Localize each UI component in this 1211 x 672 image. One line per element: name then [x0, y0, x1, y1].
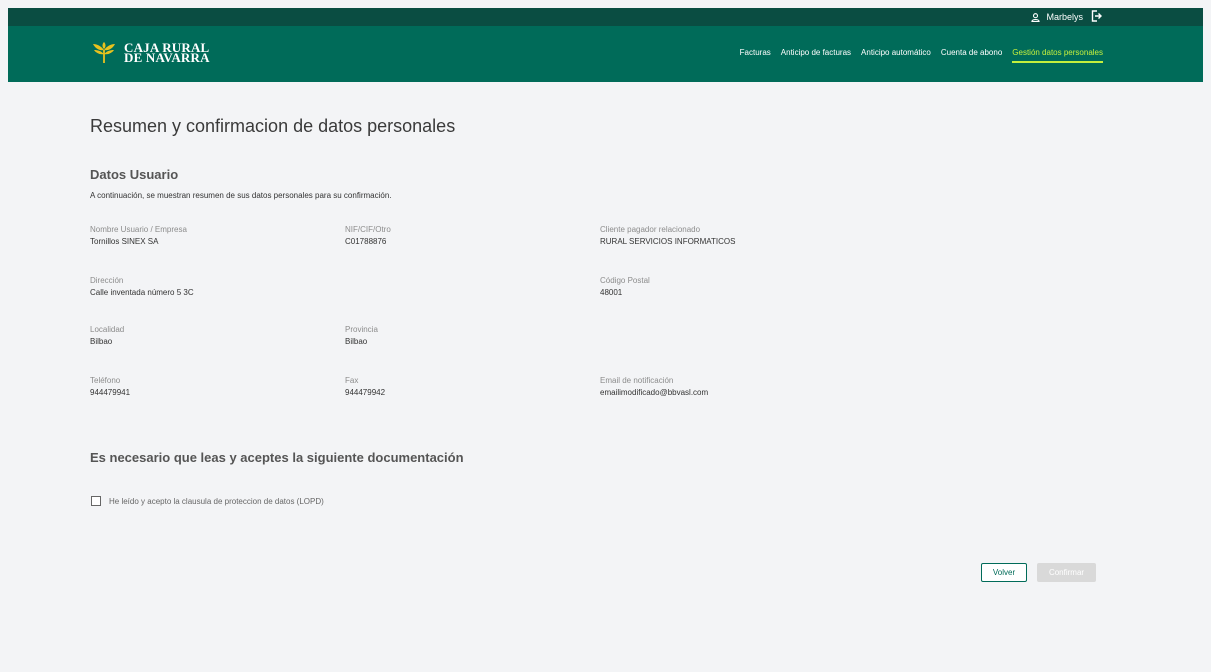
field-provincia: Provincia Bilbao [345, 325, 378, 346]
field-fax: Fax 944479942 [345, 376, 385, 397]
field-label: Provincia [345, 325, 378, 334]
field-label: Nombre Usuario / Empresa [90, 225, 187, 234]
field-cliente: Cliente pagador relacionado RURAL SERVIC… [600, 225, 735, 246]
field-label: Código Postal [600, 276, 650, 285]
lopd-consent: He leído y acepto la clausula de protecc… [91, 496, 324, 506]
field-value: emailimodificado@bbvasl.com [600, 388, 709, 397]
logout-icon[interactable] [1091, 10, 1103, 24]
top-bar: Marbelys [8, 8, 1203, 26]
main-nav: Facturas Anticipo de facturas Anticipo a… [740, 48, 1103, 63]
intro-text: A continuación, se muestran resumen de s… [90, 191, 392, 200]
field-nombre: Nombre Usuario / Empresa Tornillos SINEX… [90, 225, 187, 246]
field-label: Fax [345, 376, 359, 385]
field-label: Dirección [90, 276, 124, 285]
page-title: Resumen y confirmacion de datos personal… [90, 116, 456, 136]
lopd-label[interactable]: He leído y acepto la clausula de protecc… [109, 497, 324, 506]
field-nif: NIF/CIF/Otro C01788876 [345, 225, 391, 246]
section-title: Datos Usuario [90, 167, 179, 182]
confirm-button[interactable]: Confirmar [1037, 563, 1096, 582]
field-label: Cliente pagador relacionado [600, 225, 701, 234]
field-value: C01788876 [345, 237, 387, 246]
field-value: 48001 [600, 288, 623, 297]
user-name: Marbelys [1046, 12, 1083, 22]
nav-item-gestion-datos[interactable]: Gestión datos personales [1012, 48, 1103, 63]
user-icon [1031, 12, 1041, 22]
field-value: RURAL SERVICIOS INFORMATICOS [600, 237, 736, 246]
bank-logo[interactable]: CAJA RURAL DE NAVARRA [92, 41, 210, 65]
field-telefono: Teléfono 944479941 [90, 376, 130, 397]
documentation-title: Es necesario que leas y aceptes la sigui… [90, 450, 464, 465]
field-label: Teléfono [90, 376, 121, 385]
field-value: Tornillos SINEX SA [90, 237, 159, 246]
user-menu[interactable]: Marbelys [1031, 9, 1083, 25]
field-label: Localidad [90, 325, 125, 334]
wheat-logo-icon [93, 42, 115, 63]
field-label: Email de notificación [600, 376, 674, 385]
nav-item-facturas[interactable]: Facturas [740, 48, 771, 63]
field-value: Bilbao [90, 337, 113, 346]
field-value: Calle inventada número 5 3C [90, 288, 194, 297]
field-value: 944479942 [345, 388, 386, 397]
field-direccion: Dirección Calle inventada número 5 3C [90, 276, 194, 297]
field-label: NIF/CIF/Otro [345, 225, 391, 234]
nav-item-anticipo-automatico[interactable]: Anticipo automático [861, 48, 931, 63]
field-value: Bilbao [345, 337, 368, 346]
lopd-checkbox[interactable] [91, 496, 101, 506]
field-localidad: Localidad Bilbao [90, 325, 124, 346]
field-codigo-postal: Código Postal 48001 [600, 276, 650, 297]
field-email: Email de notificación emailimodificado@b… [600, 376, 708, 397]
logo-line-2: DE NAVARRA [124, 50, 210, 65]
nav-item-cuenta-abono[interactable]: Cuenta de abono [941, 48, 1002, 63]
back-button[interactable]: Volver [981, 563, 1027, 582]
main-navbar: CAJA RURAL DE NAVARRA Facturas Anticipo … [8, 26, 1203, 82]
field-value: 944479941 [90, 388, 131, 397]
nav-item-anticipo-facturas[interactable]: Anticipo de facturas [781, 48, 851, 63]
